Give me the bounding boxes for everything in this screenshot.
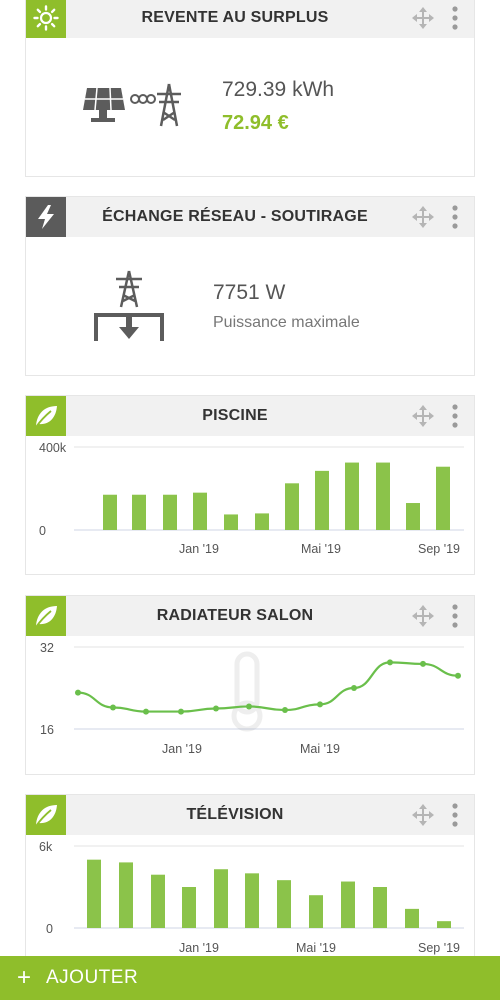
bar bbox=[437, 921, 451, 928]
data-point bbox=[282, 707, 288, 714]
y-tick-label: 6k bbox=[39, 840, 53, 854]
bar bbox=[406, 503, 420, 530]
piscine-card-title: PISCINE bbox=[202, 407, 268, 424]
x-tick-label: Jan '19 bbox=[179, 941, 219, 955]
data-point bbox=[143, 708, 149, 715]
bar bbox=[373, 887, 387, 928]
piscine-card: PISCINE 400k 0 Jan '19 Mai '19 Sep '19 bbox=[25, 395, 475, 575]
bar bbox=[436, 466, 450, 530]
radiateur-badge bbox=[26, 596, 66, 636]
television-card-title: TÉLÉVISION bbox=[186, 806, 284, 823]
television-card-header: TÉLÉVISION bbox=[26, 795, 474, 835]
y-tick-label: 0 bbox=[46, 922, 53, 936]
surplus-card: REVENTE AU SURPLUS 729.39 kWh 72.94 € bbox=[25, 0, 475, 177]
leaf-icon bbox=[35, 606, 57, 628]
data-point bbox=[420, 660, 426, 667]
grid-badge bbox=[26, 197, 66, 237]
y-tick-label: 0 bbox=[39, 524, 46, 538]
move-icon[interactable] bbox=[412, 206, 434, 228]
more-options-icon[interactable] bbox=[450, 603, 460, 629]
y-tick-label: 400k bbox=[39, 441, 67, 455]
grid-card-header: ÉCHANGE RÉSEAU - SOUTIRAGE bbox=[26, 197, 474, 237]
bar bbox=[277, 880, 291, 928]
add-button-label: AJOUTER bbox=[46, 967, 139, 988]
bar bbox=[285, 483, 299, 530]
television-chart: 6k 0 Jan '19 Mai '19 Sep '19 bbox=[39, 840, 464, 955]
bar bbox=[376, 462, 390, 530]
x-tick-label: Mai '19 bbox=[301, 542, 341, 556]
data-point bbox=[246, 703, 252, 710]
more-options-icon[interactable] bbox=[450, 204, 460, 230]
add-bar[interactable]: + AJOUTER bbox=[0, 956, 500, 1000]
surplus-energy-value: 729.39 kWh bbox=[222, 78, 335, 101]
piscine-chart: 400k 0 Jan '19 Mai '19 Sep '19 bbox=[39, 441, 464, 556]
bar bbox=[405, 908, 419, 928]
bar bbox=[163, 494, 177, 530]
bar bbox=[193, 492, 207, 530]
y-tick-label: 32 bbox=[40, 641, 54, 655]
leaf-icon bbox=[35, 406, 57, 428]
bar bbox=[315, 470, 329, 530]
x-tick-label: Sep '19 bbox=[418, 542, 460, 556]
bar bbox=[132, 494, 146, 530]
data-point bbox=[387, 659, 393, 666]
bar bbox=[224, 514, 238, 530]
x-tick-label: Mai '19 bbox=[296, 941, 336, 955]
bar bbox=[151, 874, 165, 928]
bar bbox=[103, 494, 117, 530]
bar bbox=[182, 887, 196, 928]
x-tick-label: Jan '19 bbox=[179, 542, 219, 556]
thermometer-icon bbox=[231, 651, 263, 732]
series-line bbox=[77, 661, 459, 713]
x-tick-label: Jan '19 bbox=[162, 742, 202, 756]
bar bbox=[255, 513, 269, 530]
more-options-icon[interactable] bbox=[450, 403, 460, 429]
grid-card: ÉCHANGE RÉSEAU - SOUTIRAGE 7751 W Puissa… bbox=[25, 196, 475, 376]
bar bbox=[341, 881, 355, 928]
data-point bbox=[75, 689, 81, 696]
move-icon[interactable] bbox=[412, 7, 434, 29]
bar bbox=[87, 859, 101, 928]
grid-draw-icon bbox=[94, 270, 164, 341]
television-card: TÉLÉVISION 6k 0 Jan '19 Mai '19 Sep '19 bbox=[25, 794, 475, 974]
radiateur-card-header: RADIATEUR SALON bbox=[26, 596, 474, 636]
move-icon[interactable] bbox=[412, 405, 434, 427]
data-point bbox=[110, 704, 116, 711]
data-point bbox=[455, 672, 461, 679]
bar bbox=[345, 462, 359, 530]
solar-to-grid-icon bbox=[83, 83, 181, 127]
grid-power-caption: Puissance maximale bbox=[213, 314, 360, 331]
bar bbox=[214, 869, 228, 928]
piscine-card-header: PISCINE bbox=[26, 396, 474, 436]
radiateur-card-title: RADIATEUR SALON bbox=[156, 607, 314, 624]
lightning-icon bbox=[38, 205, 54, 229]
data-point bbox=[213, 705, 219, 712]
radiateur-chart: 32 16 Jan '19 Mai '19 bbox=[40, 641, 464, 756]
bar bbox=[309, 895, 323, 928]
surplus-badge bbox=[26, 0, 66, 38]
data-point bbox=[317, 701, 323, 708]
more-options-icon[interactable] bbox=[450, 802, 460, 828]
grid-card-title: ÉCHANGE RÉSEAU - SOUTIRAGE bbox=[102, 208, 368, 225]
surplus-card-title: REVENTE AU SURPLUS bbox=[141, 9, 329, 26]
data-point bbox=[351, 685, 357, 691]
bar bbox=[245, 873, 259, 928]
more-options-icon[interactable] bbox=[450, 5, 460, 31]
plus-icon: + bbox=[16, 964, 31, 991]
television-badge bbox=[26, 795, 66, 835]
surplus-card-header: REVENTE AU SURPLUS bbox=[26, 0, 474, 38]
y-tick-label: 16 bbox=[40, 723, 54, 737]
radiateur-card: RADIATEUR SALON 32 16 Jan '19 Mai '19 bbox=[25, 595, 475, 775]
move-icon[interactable] bbox=[412, 605, 434, 627]
bar bbox=[119, 862, 133, 928]
leaf-icon bbox=[35, 805, 57, 827]
piscine-badge bbox=[26, 396, 66, 436]
x-tick-label: Sep '19 bbox=[418, 941, 460, 955]
grid-power-value: 7751 W bbox=[213, 281, 286, 304]
x-tick-label: Mai '19 bbox=[300, 742, 340, 756]
move-icon[interactable] bbox=[412, 804, 434, 826]
surplus-money-value: 72.94 € bbox=[222, 112, 289, 134]
sun-icon bbox=[33, 5, 59, 31]
data-point bbox=[178, 708, 184, 715]
